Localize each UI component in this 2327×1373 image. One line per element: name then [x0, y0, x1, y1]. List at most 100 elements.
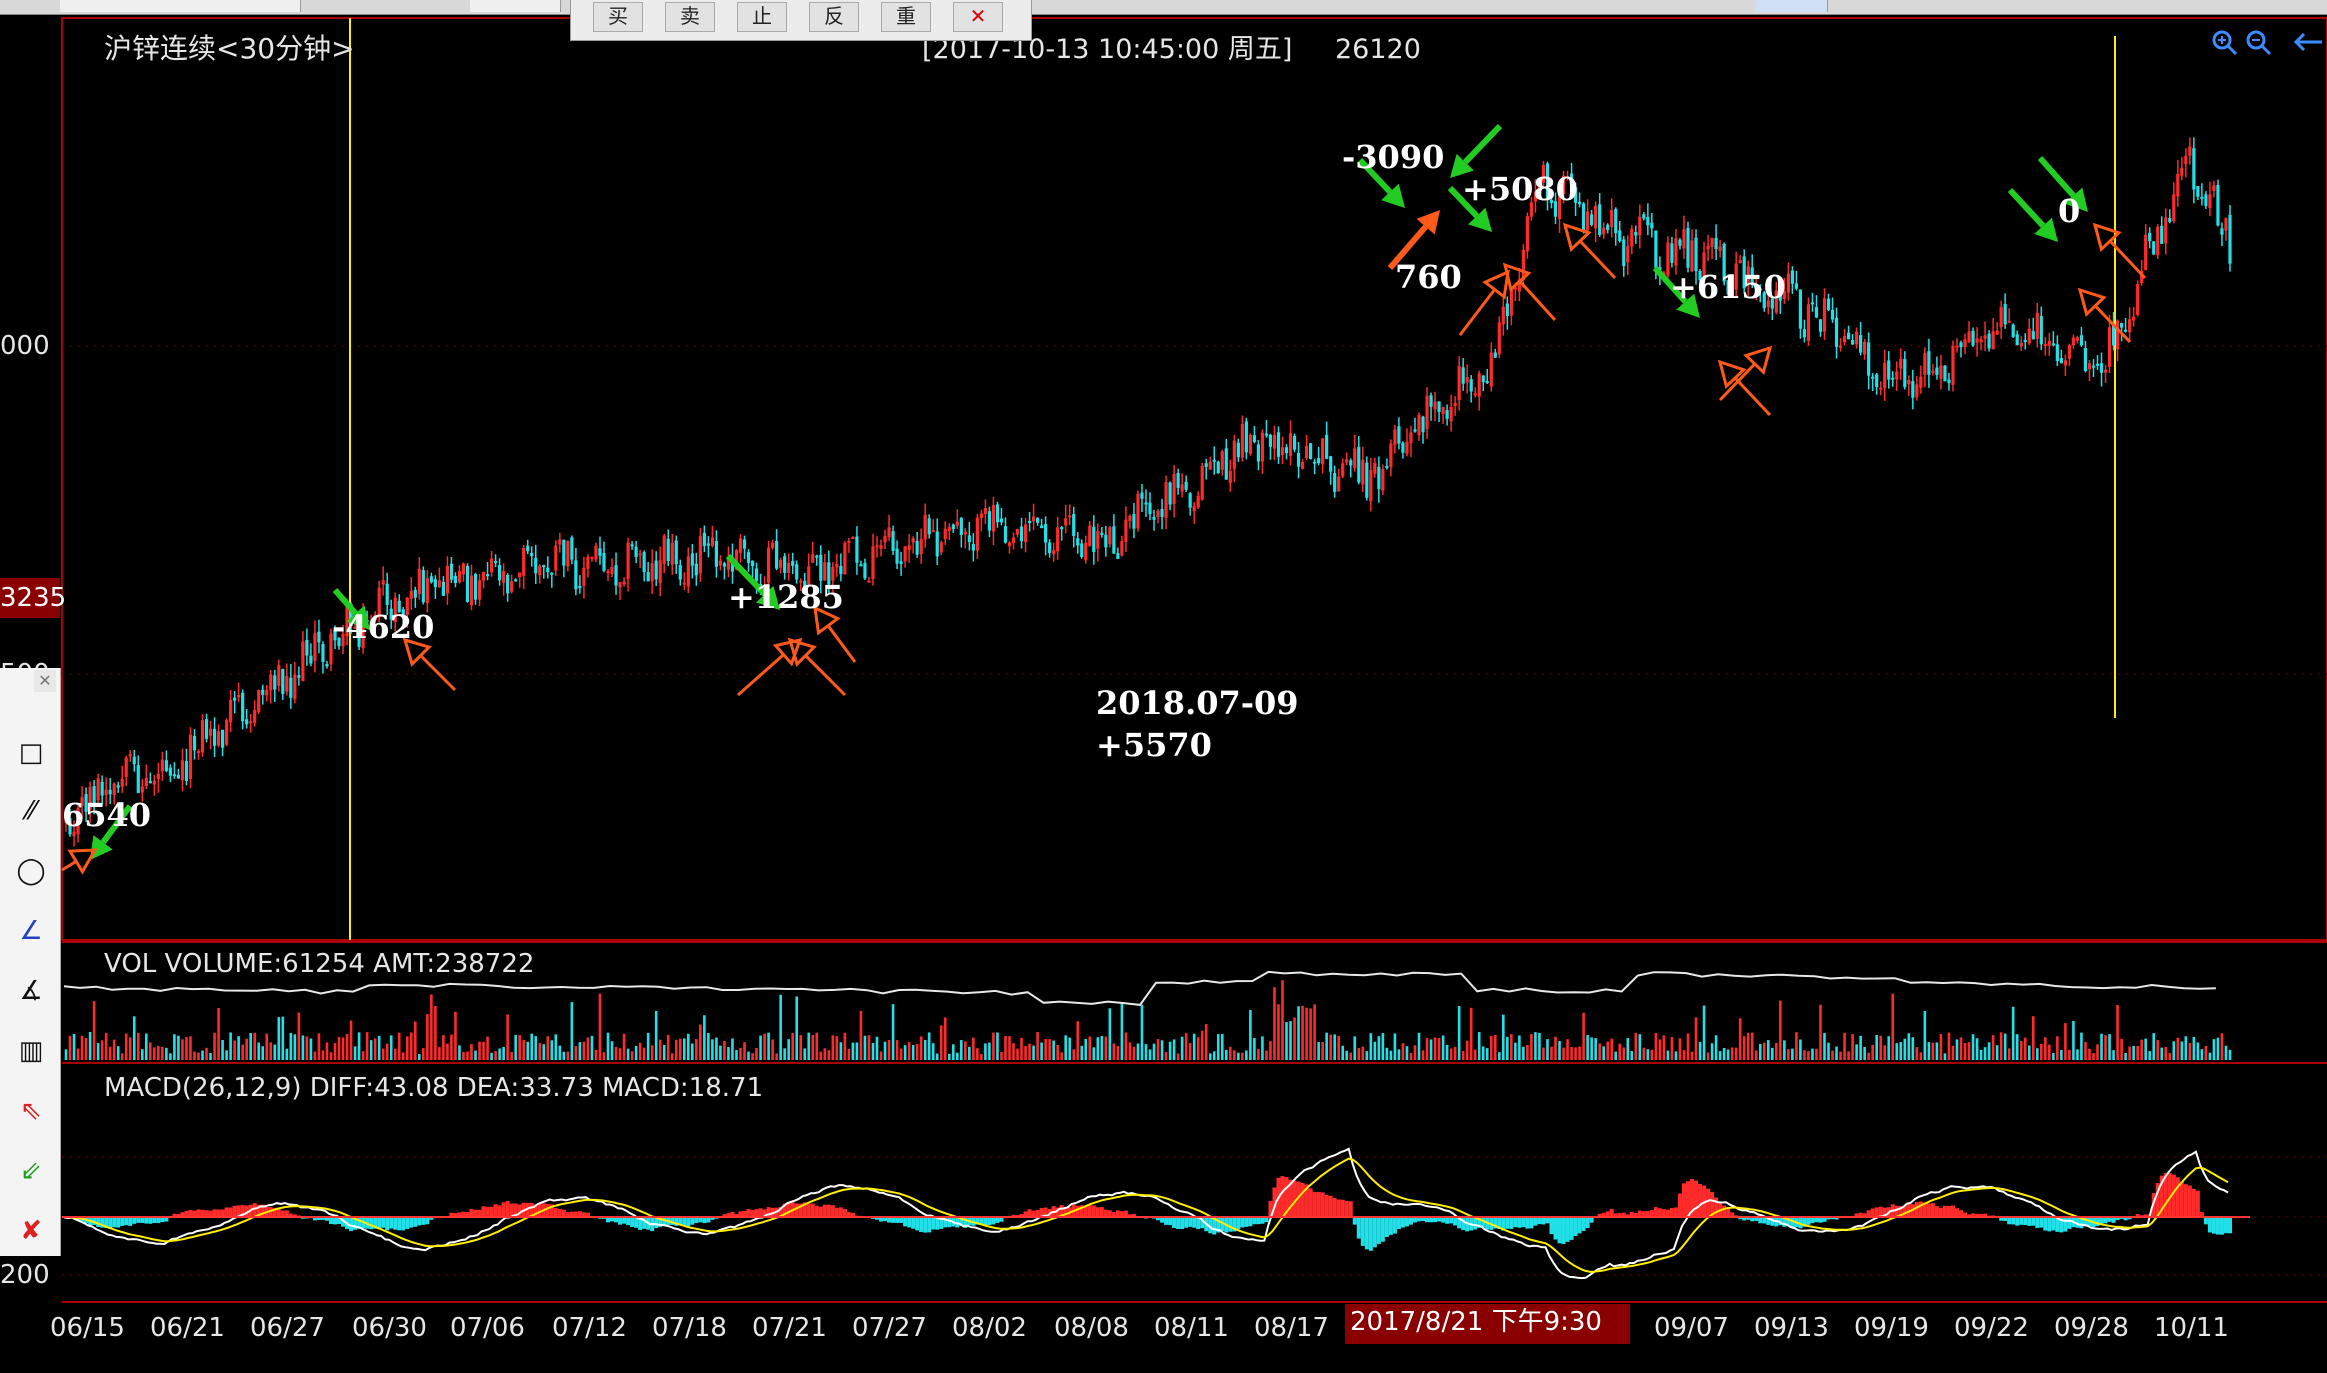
volume-bar [964, 1041, 967, 1060]
candle-body [1236, 442, 1240, 458]
x-tick-label: 08/11 [1154, 1313, 1229, 1343]
candle-body [1445, 410, 1449, 419]
buy-arrow-tool-icon[interactable]: ⇙ [14, 1154, 48, 1188]
macd-bar [1665, 1209, 1670, 1217]
fib-tool-icon[interactable]: ∡ [14, 974, 48, 1008]
stop-button[interactable]: 止 [737, 2, 787, 32]
volume-bar [2136, 1045, 2139, 1060]
candle-body [116, 785, 120, 788]
candle-body [469, 575, 474, 606]
macd-bar [2023, 1217, 2028, 1225]
candle-body [1088, 525, 1092, 547]
volume-bar [1590, 1037, 1593, 1060]
candle-body [449, 563, 454, 580]
volume-bar [241, 1044, 244, 1060]
candle-body [1216, 461, 1220, 474]
candle-body [289, 677, 293, 698]
candle-body [1710, 238, 1714, 248]
volume-bar [112, 1039, 116, 1060]
macd-bar [124, 1217, 129, 1226]
candle-body [775, 541, 779, 569]
candle-body [1156, 510, 1160, 518]
candle-body [2087, 363, 2092, 369]
volume-bar [1120, 1002, 1124, 1060]
candle-body [1505, 303, 1509, 317]
candle-body [2007, 320, 2011, 323]
volume-bar [1148, 1049, 1152, 1060]
buy-button[interactable]: 买 [593, 2, 643, 32]
annotation-plus-1285: +1285 [728, 578, 844, 616]
volume-bar [205, 1047, 208, 1060]
macd-bar [2191, 1188, 2196, 1217]
x-tick-label: 06/21 [150, 1313, 225, 1343]
sell-button[interactable]: 卖 [665, 2, 715, 32]
volume-bar [791, 1032, 794, 1060]
volume-bar [233, 1040, 236, 1060]
volume-bar [1522, 1046, 1525, 1060]
macd-bar [754, 1209, 759, 1217]
pen-tool-icon[interactable]: ∠ [14, 914, 48, 948]
candle-body [1935, 367, 1939, 376]
candle-body [385, 583, 389, 605]
volume-bar [2156, 1040, 2160, 1060]
ellipse-tool-icon[interactable]: ◯ [14, 854, 48, 888]
volume-bar [1718, 1051, 1722, 1060]
delete-tool-icon[interactable]: ✘ [14, 1214, 48, 1248]
sell-arrow-tool-icon[interactable]: ⇖ [14, 1094, 48, 1128]
volume-bar [64, 1049, 68, 1060]
rectangle-tool-icon[interactable]: □ [14, 736, 48, 770]
reverse-button[interactable]: 反 [809, 2, 859, 32]
macd-bar [1384, 1217, 1389, 1237]
volume-bar [1052, 1040, 1055, 1060]
clear-button[interactable]: ✕ [953, 2, 1003, 32]
volume-bar [1855, 1044, 1858, 1060]
candle-body [999, 518, 1004, 523]
volume-bar [1967, 1042, 1971, 1060]
volume-bar [1405, 1046, 1409, 1060]
volume-bar [136, 1032, 140, 1060]
volume-bar [2007, 1048, 2011, 1060]
volume-bar [1481, 1046, 1485, 1060]
volume-bar [405, 1036, 409, 1060]
candle-body [2079, 335, 2084, 346]
volume-bar [1686, 1033, 1690, 1060]
macd-bar [505, 1201, 510, 1217]
close-toolbar-icon[interactable]: ✕ [34, 670, 56, 692]
candle-body [975, 517, 979, 551]
candle-body [2216, 184, 2220, 226]
macd-bar [1569, 1217, 1574, 1240]
line-tool-icon[interactable]: ⁄⁄ [14, 794, 48, 828]
candle-body [638, 553, 642, 556]
candle-body [1606, 224, 1610, 230]
candle-body [1084, 542, 1088, 561]
candle-body [2059, 358, 2063, 364]
volume-bar [1991, 1035, 1995, 1060]
volume-bar [1381, 1033, 1385, 1060]
macd-bar [2027, 1217, 2032, 1226]
candle-body [1686, 227, 1690, 268]
candle-body [1971, 330, 1975, 346]
volume-bar [1369, 1033, 1373, 1060]
macd-bar [1445, 1217, 1450, 1224]
volume-bar [1634, 1032, 1638, 1060]
volume-bar [823, 1048, 827, 1060]
candle-body [1469, 379, 1473, 392]
candle-body [453, 575, 458, 583]
volume-bar [715, 1037, 718, 1060]
macd-bar [1095, 1207, 1100, 1217]
volume-bar [1333, 1034, 1336, 1060]
measure-tool-icon[interactable]: ▥ [14, 1034, 48, 1068]
volume-bar [2048, 1044, 2051, 1060]
volume-bar [1032, 1045, 1035, 1060]
volume-bar [891, 1004, 895, 1060]
volume-bar [132, 1016, 136, 1060]
macd-bar [1336, 1199, 1341, 1217]
candle-body [959, 517, 963, 535]
volume-bar [2152, 1033, 2156, 1060]
candle-body [1333, 473, 1337, 492]
volume-bar [1995, 1045, 1999, 1060]
volume-bar [149, 1042, 152, 1060]
reset-button[interactable]: 重 [881, 2, 931, 32]
volume-bar [767, 1032, 770, 1060]
volume-bar [1092, 1047, 1096, 1060]
